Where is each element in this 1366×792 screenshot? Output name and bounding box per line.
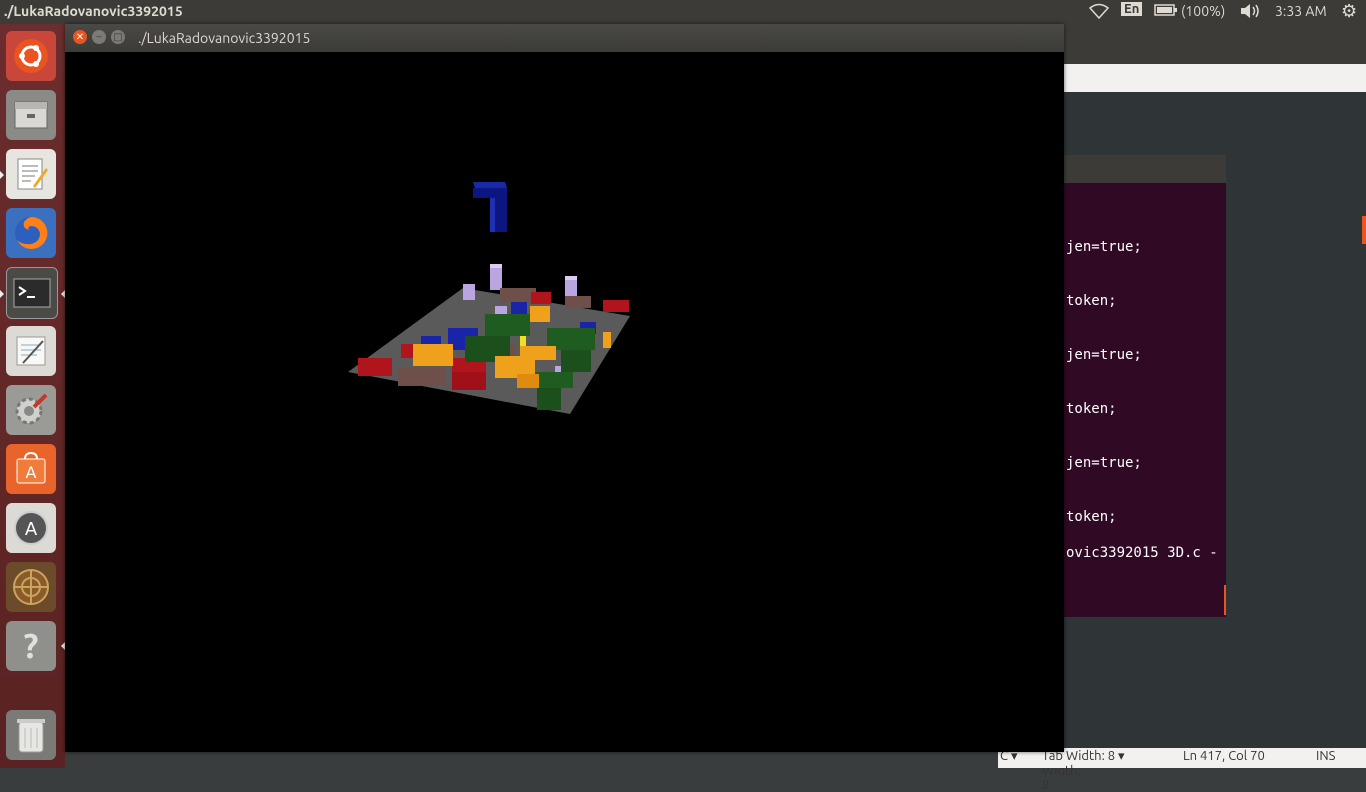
window-title: ./LukaRadovanovic3392015 <box>138 30 311 46</box>
game-window[interactable]: ✕ – □ ./LukaRadovanovic3392015 <box>65 24 1064 752</box>
cursor-position: Ln 417, Col 70 <box>1183 749 1265 763</box>
system-settings-icon[interactable] <box>6 385 56 435</box>
terminal-titlebar <box>1064 155 1226 183</box>
active-app-title: ./LukaRadovanovic3392015 <box>4 3 183 19</box>
text-editor-icon[interactable] <box>6 149 56 199</box>
notes-icon[interactable] <box>6 326 56 376</box>
trash-icon[interactable] <box>6 710 56 760</box>
files-icon[interactable] <box>6 90 56 140</box>
wifi-icon[interactable] <box>1088 3 1110 22</box>
launcher: A A ? <box>0 24 65 768</box>
battery-percentage: (100%) <box>1181 3 1226 19</box>
game-icon[interactable] <box>6 562 56 612</box>
game-canvas[interactable] <box>65 52 1064 752</box>
keyboard-layout-indicator[interactable]: En <box>1121 2 1143 16</box>
falling-piece <box>473 182 507 232</box>
window-titlebar[interactable]: ✕ – □ ./LukaRadovanovic3392015 <box>65 24 1064 52</box>
insert-mode: INS <box>1316 749 1336 763</box>
background-terminal[interactable]: jen=true; token; jen=true; token; jen=tr… <box>1064 155 1226 617</box>
background-editor-window[interactable]: jen=true; token; jen=true; token; jen=tr… <box>1000 24 1366 792</box>
top-panel: ./LukaRadovanovic3392015 En (100%) 3:33 … <box>0 0 1366 24</box>
software-center-icon[interactable]: A <box>6 444 56 494</box>
terminal-line: token; <box>1066 293 1117 309</box>
firefox-icon[interactable] <box>6 208 56 258</box>
software-updater-icon[interactable]: A <box>6 503 56 553</box>
minimize-button[interactable]: – <box>92 30 106 44</box>
scroll-marker <box>1362 216 1366 244</box>
clock[interactable]: 3:33 AM <box>1275 3 1327 19</box>
volume-icon[interactable] <box>1239 3 1261 22</box>
terminal-line: token; <box>1066 509 1117 525</box>
terminal-line: jen=true; <box>1066 239 1142 255</box>
close-button[interactable]: ✕ <box>73 30 87 44</box>
ubuntu-dash-icon[interactable] <box>6 31 56 81</box>
help-icon[interactable]: ? <box>6 621 56 671</box>
scene-3d <box>348 182 630 414</box>
terminal-icon[interactable] <box>6 267 58 319</box>
terminal-scrollbar[interactable] <box>1224 585 1226 615</box>
svg-text:A: A <box>25 519 38 540</box>
gear-icon[interactable]: ⚙ <box>1341 2 1357 20</box>
editor-toolbar <box>1064 24 1366 64</box>
terminal-line: jen=true; <box>1066 455 1142 471</box>
svg-text:A: A <box>26 463 37 482</box>
battery-icon[interactable] <box>1154 3 1178 20</box>
terminal-line: token; <box>1066 401 1117 417</box>
editor-tabbar <box>1064 64 1366 92</box>
maximize-button[interactable]: □ <box>111 30 125 44</box>
terminal-line: ovic3392015 3D.c - <box>1066 545 1218 561</box>
terminal-line: jen=true; <box>1066 347 1142 363</box>
